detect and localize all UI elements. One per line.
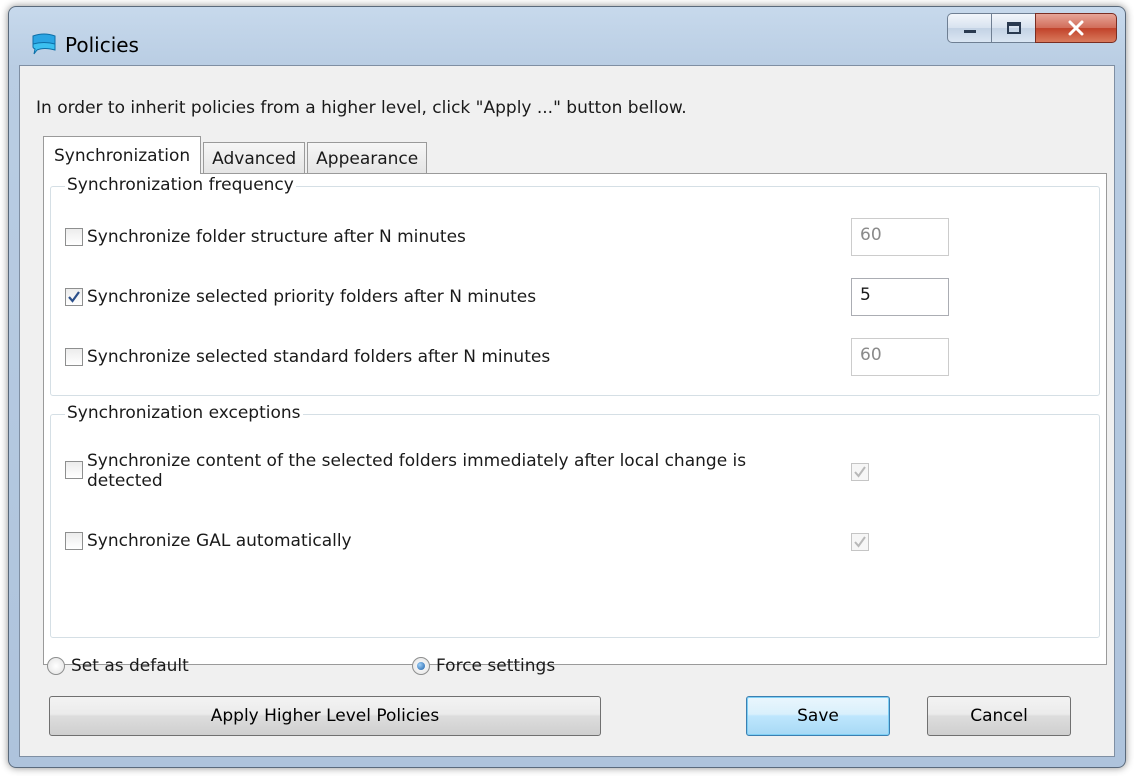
cancel-button[interactable]: Cancel — [927, 696, 1071, 736]
priority-folders-minutes-input[interactable]: 5 — [851, 278, 949, 316]
maximize-icon — [1006, 22, 1021, 34]
standard-folders-minutes-input[interactable]: 60 — [851, 338, 949, 376]
minimize-button[interactable] — [947, 13, 991, 43]
priority-folders-label: Synchronize selected priority folders af… — [87, 287, 537, 307]
save-button[interactable]: Save — [746, 696, 890, 736]
gal-sync-option-checkbox[interactable] — [851, 533, 869, 551]
standard-folders-checkbox[interactable] — [65, 348, 83, 366]
tab-strip: Synchronization Advanced Appearance — [43, 136, 429, 174]
immediate-sync-label-line2: detected — [87, 471, 163, 491]
immediate-sync-label-line1: Synchronize content of the selected fold… — [87, 451, 747, 471]
caption-buttons — [947, 13, 1117, 45]
exceptions-group: Synchronization exceptions Synchronize c… — [50, 403, 1100, 638]
tab-synchronization[interactable]: Synchronization — [43, 136, 202, 174]
exceptions-row-gal: Synchronize GAL automatically — [65, 531, 352, 551]
folder-structure-checkbox[interactable] — [65, 228, 83, 246]
gal-sync-checkbox[interactable] — [65, 532, 83, 550]
set-as-default-radio[interactable] — [47, 657, 65, 675]
info-text: In order to inherit policies from a high… — [36, 98, 687, 118]
checkmark-icon — [68, 291, 80, 303]
priority-folders-checkbox[interactable] — [65, 288, 83, 306]
folder-structure-label: Synchronize folder structure after N min… — [87, 227, 466, 247]
set-as-default-option[interactable]: Set as default — [47, 656, 189, 676]
close-button[interactable] — [1035, 13, 1117, 43]
set-as-default-label: Set as default — [71, 656, 189, 676]
force-settings-label: Force settings — [436, 656, 556, 676]
close-icon — [1068, 20, 1084, 36]
title-bar[interactable]: Policies — [9, 7, 1125, 67]
dialog-client-area: In order to inherit policies from a high… — [19, 65, 1115, 757]
folder-structure-minutes-input[interactable]: 60 — [851, 218, 949, 256]
force-settings-option[interactable]: Force settings — [412, 656, 555, 676]
maximize-button[interactable] — [991, 13, 1035, 43]
window-title: Policies — [65, 33, 139, 57]
force-settings-radio[interactable] — [412, 657, 430, 675]
checkmark-icon — [854, 536, 866, 548]
synchronization-tab-panel: Synchronization frequency Synchronize fo… — [43, 173, 1107, 665]
radio-selected-dot — [417, 662, 425, 670]
checkmark-icon — [854, 466, 866, 478]
frequency-row-priority-folders: Synchronize selected priority folders af… — [65, 287, 536, 307]
frequency-row-folder-structure: Synchronize folder structure after N min… — [65, 227, 466, 247]
frequency-group: Synchronization frequency Synchronize fo… — [50, 175, 1100, 396]
exceptions-row-immediate-sync: Synchronize content of the selected fold… — [65, 451, 746, 491]
immediate-sync-checkbox[interactable] — [65, 461, 83, 479]
app-logo-icon — [32, 33, 56, 55]
gal-sync-label: Synchronize GAL automatically — [87, 531, 352, 551]
exceptions-group-legend: Synchronization exceptions — [65, 403, 303, 423]
tab-advanced[interactable]: Advanced — [203, 142, 306, 174]
frequency-row-standard-folders: Synchronize selected standard folders af… — [65, 347, 550, 367]
immediate-sync-option-checkbox[interactable] — [851, 463, 869, 481]
tab-appearance[interactable]: Appearance — [307, 142, 428, 174]
immediate-sync-label: Synchronize content of the selected fold… — [87, 451, 746, 491]
policies-window: Policies In order to inherit policies fr… — [8, 6, 1126, 768]
frequency-group-legend: Synchronization frequency — [65, 175, 296, 195]
standard-folders-label: Synchronize selected standard folders af… — [87, 347, 551, 367]
apply-higher-level-policies-button[interactable]: Apply Higher Level Policies — [49, 696, 601, 736]
minimize-icon — [963, 30, 976, 33]
